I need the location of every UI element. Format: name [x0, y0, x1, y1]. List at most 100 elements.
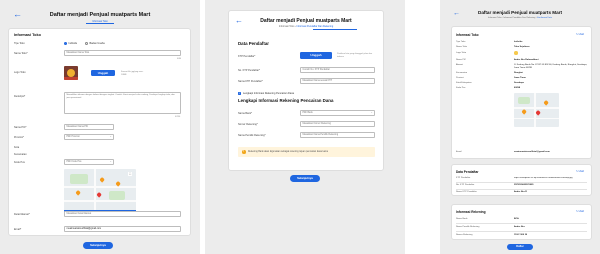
logo-format-hint: Format file jpg/png max. 10MB: [121, 71, 144, 76]
ktp-number-input[interactable]: Contoh No. KTP Pendaftar: [300, 67, 375, 73]
store-location-map[interactable]: [514, 93, 559, 127]
bank-value: Pilih Bank: [302, 112, 313, 114]
ktp-upload-hint: Pastikan foto yang diunggah jelas dan te…: [337, 53, 373, 58]
row-key: Tipe Toko: [456, 41, 466, 43]
row-value: Surabaya: [514, 82, 524, 84]
row-value: 60298: [514, 87, 521, 89]
store-name-counter: 0/80: [177, 58, 182, 60]
row-value: Andre Nur R: [514, 191, 527, 193]
account-name-label: Nama Pemilik Rekening*: [238, 134, 266, 137]
location-pin-icon: [96, 192, 102, 198]
map-pin-icon: [99, 177, 105, 183]
section-registrant: Data Pendaftar: [238, 41, 269, 46]
row-key: Nama Toko: [456, 46, 468, 48]
email-label: Email*: [14, 228, 22, 231]
address-detail-input[interactable]: Masukkan Detail Alamat: [64, 211, 181, 217]
pic-name-label: Nama PIC*: [14, 126, 27, 129]
row-key: Kota/Kabupaten: [456, 82, 472, 84]
map-park: [518, 97, 530, 104]
map-road: [64, 200, 136, 202]
map-pin-icon: [521, 109, 527, 115]
edit-registrant-link[interactable]: ✎ Ubah: [576, 170, 584, 173]
chevron-down-icon: ⌄: [109, 136, 112, 138]
row-value: Andre Nur: [514, 226, 525, 228]
row-key: Logo Toko: [456, 52, 467, 54]
radio-individual[interactable]: [64, 41, 67, 45]
row-key: No. KTP Pendaftar: [456, 184, 475, 186]
email-input[interactable]: muatmuatstoreofficial@gmail.com: [64, 226, 181, 232]
upload-ktp-button[interactable]: Unggah: [300, 52, 332, 59]
bank-select[interactable]: Pilih Bank ⌄: [300, 110, 375, 116]
row-key: Nomor Rekening: [456, 234, 473, 236]
breadcrumb-step-2[interactable]: Informasi Pendaftar Dan Rekening: [503, 17, 535, 19]
upload-logo-button[interactable]: Unggah: [91, 70, 115, 76]
row-key: Alamat: [456, 64, 463, 66]
radio-business[interactable]: [85, 41, 88, 45]
description-label: Deskripsi*: [14, 95, 26, 98]
next-button[interactable]: Selanjutnya: [83, 242, 113, 249]
chevron-down-icon: ⌄: [370, 112, 373, 114]
bank-summary-card: Informasi Rekening ✎ Ubah Nama Bank BCA …: [451, 204, 592, 240]
row-value: BCA: [514, 218, 519, 220]
breadcrumb-step-3[interactable]: Konfirmasi Data: [537, 17, 552, 19]
row-key: Nama Pemilik Rekening: [456, 226, 480, 228]
account-name-input[interactable]: Masukkan Nama Pemilik Rekening: [300, 132, 375, 138]
breadcrumb-step-1[interactable]: Informasi Toko: [488, 17, 501, 19]
district-label: Kecamatan: [14, 153, 27, 156]
bank-info-checkbox[interactable]: ✓: [238, 92, 241, 95]
radio-individual-label: Individu: [68, 42, 78, 45]
page-title: Daftar menjadi Penjual muatparts Mart: [260, 18, 352, 24]
section-bank-summary: Informasi Rekening: [456, 210, 486, 214]
row-value: Rungkut: [514, 72, 523, 74]
radio-business-label: Badan Usaha: [89, 42, 105, 45]
map-road: [514, 107, 559, 109]
province-value: Pilih Provinsi: [66, 136, 80, 138]
postal-code-select[interactable]: Pilih Kode Pos ⌄: [64, 159, 114, 165]
row-key: Kecamatan: [456, 72, 468, 74]
account-number-label: Nomor Rekening*: [238, 123, 258, 126]
row-value: 1102 1100 30: [514, 234, 528, 236]
edit-bank-link[interactable]: ✎ Ubah: [576, 210, 584, 213]
description-textarea[interactable]: Mewakilkan tokomu dengan kalimat dengan …: [64, 92, 181, 114]
description-counter: 0/250: [175, 116, 181, 118]
map-road: [94, 169, 96, 215]
active-tab-indicator: [313, 28, 357, 30]
page-title: Daftar menjadi Penjual muatparts Mart: [49, 12, 151, 18]
edit-store-link[interactable]: ✎ Ubah: [576, 33, 584, 36]
bank-info-checkbox-label: Lengkapi Informasi Rekening Pencairan Da…: [243, 92, 295, 96]
pic-name-input[interactable]: Masukkan Nama PIC: [64, 124, 114, 130]
map-road: [534, 93, 536, 127]
account-number-input[interactable]: Masukkan Nomor Rekening: [300, 121, 375, 127]
row-value: Toko Sejahtera: [514, 46, 530, 48]
screen-registrant-bank: ← Daftar menjadi Penjual muatparts Mart …: [205, 0, 405, 254]
row-value: 3578120602970005: [514, 184, 534, 186]
store-summary-card: Informasi Toko ✎ Ubah Tipe Toko Individu…: [451, 26, 592, 159]
active-tab-indicator: [86, 23, 114, 24]
section-bank: Lengkapi Informasi Rekening Pencairan Da…: [238, 98, 334, 103]
map-road: [514, 118, 559, 120]
ktp-name-input[interactable]: Masukkan Nama sesuai KTP: [300, 78, 375, 84]
register-button[interactable]: Daftar: [507, 244, 533, 250]
edit-store-label: Ubah: [578, 34, 585, 36]
next-button[interactable]: Selanjutnya: [290, 175, 320, 182]
section-registrant-summary: Data Pendaftar: [456, 170, 479, 174]
breadcrumb: Informasi Toko › Informasi Pendaftar Dan…: [440, 17, 600, 19]
postal-code-label: Kode Pos: [14, 161, 25, 164]
registrant-card: ← Daftar menjadi Penjual muatparts Mart …: [228, 10, 384, 171]
row-key: Nama KTP Pendaftar: [456, 191, 477, 193]
store-type-label: Tipe Toko: [14, 42, 25, 45]
store-name-input[interactable]: Masukkan Nama Toko: [64, 50, 181, 56]
row-key: Kode Pos: [456, 87, 466, 89]
fullscreen-icon[interactable]: ⛶: [128, 172, 132, 176]
ktp-photo-label: KTP Pendaftar*: [238, 55, 256, 58]
registrant-summary-card: Data Pendaftar ✎ Ubah KTP Pendaftar http…: [451, 164, 592, 196]
province-select[interactable]: Pilih Provinsi ⌄: [64, 134, 114, 140]
location-map[interactable]: ⛶ Atur Pin Lokasi: [64, 169, 136, 215]
logo-label: Logo Toko: [14, 71, 26, 74]
store-logo-image: [64, 66, 78, 80]
breadcrumb-step-1[interactable]: Informasi Toko: [279, 25, 295, 28]
address-detail-label: Detail Alamat*: [14, 213, 30, 216]
bank-warning-banner: ! Rekening Bank akan digunakan sebagai r…: [238, 147, 375, 157]
map-road: [64, 186, 136, 188]
province-label: Provinsi*: [14, 136, 24, 139]
